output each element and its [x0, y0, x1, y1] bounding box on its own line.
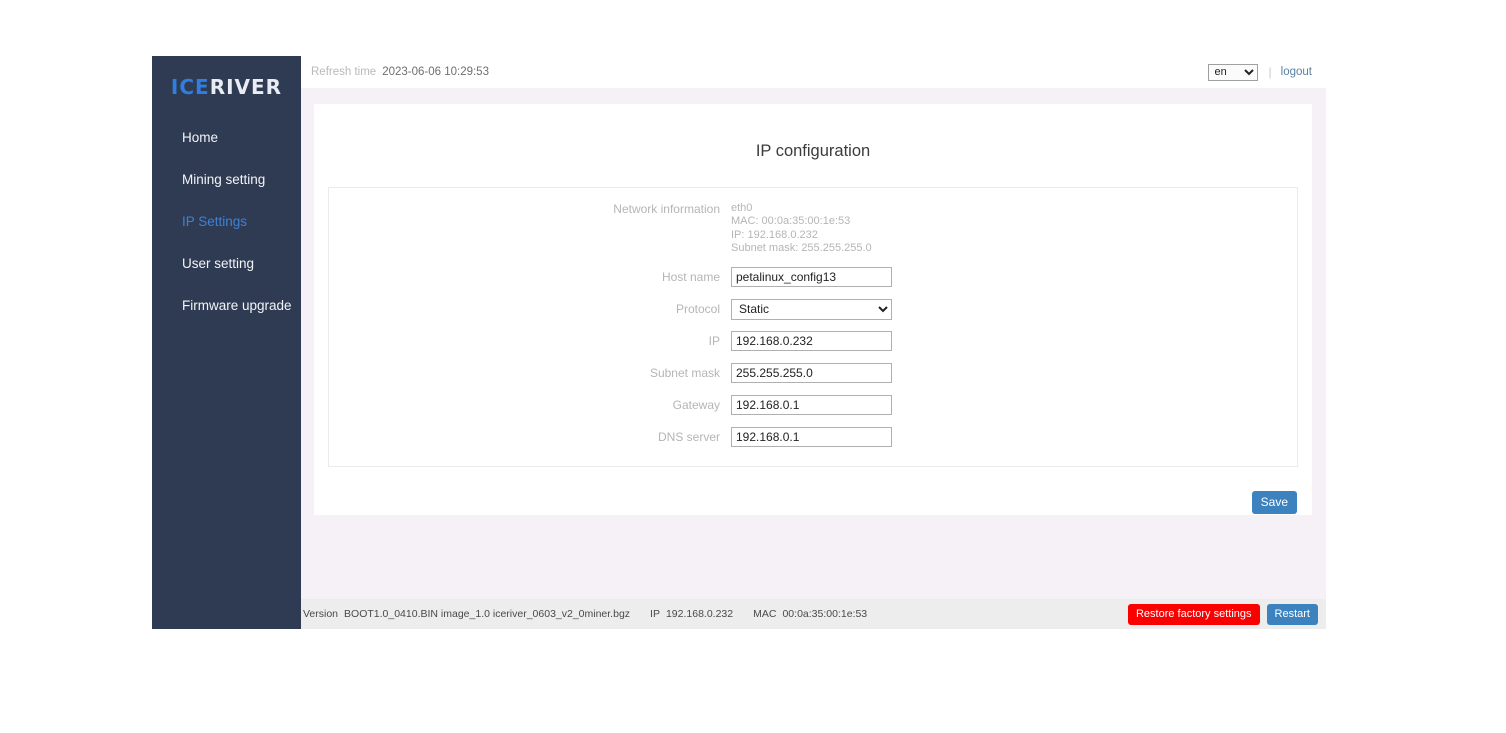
footer-version-value: BOOT1.0_0410.BIN image_1.0 iceriver_0603…: [344, 608, 631, 620]
ip-input[interactable]: [731, 330, 892, 351]
footer-version-label: Version: [303, 608, 339, 620]
subnet-mask-label: Subnet mask: [649, 365, 720, 380]
gateway-value: [731, 394, 1297, 415]
sidebar-item-user-setting[interactable]: User setting: [152, 248, 301, 280]
sidebar-item-firmware-upgrade[interactable]: Firmware upgrade: [152, 290, 301, 322]
sidebar: ICERIVER Home Mining setting IP Settings…: [152, 56, 301, 629]
refresh-time-label: Refresh time: [311, 66, 377, 78]
host-name-label: Host name: [661, 269, 720, 284]
form-row-dns-server: DNS server: [329, 426, 1297, 448]
network-information-label: Network information: [613, 202, 720, 216]
gateway-input[interactable]: [731, 394, 892, 415]
sidebar-item-ip-settings[interactable]: IP Settings: [152, 206, 301, 238]
form-row-host-name: Host name: [329, 266, 1297, 288]
app-window: ICERIVER Home Mining setting IP Settings…: [152, 56, 1326, 629]
ip-configuration-panel: IP configuration Network information eth…: [314, 104, 1312, 515]
form-row-ip: IP: [329, 330, 1297, 352]
ip-configuration-form: Network information eth0 MAC: 00:0a:35:0…: [328, 187, 1298, 467]
main-column: Refresh time 2023-06-06 10:29:53 en | lo…: [301, 56, 1326, 629]
network-information-value: eth0 MAC: 00:0a:35:00:1e:53 IP: 192.168.…: [731, 202, 1297, 256]
topbar: Refresh time 2023-06-06 10:29:53 en | lo…: [301, 56, 1326, 88]
subnet-mask-value: [731, 362, 1297, 383]
footer-ip-label: IP: [650, 608, 660, 620]
save-button[interactable]: Save: [1251, 490, 1297, 514]
protocol-label: Protocol: [675, 301, 720, 316]
footer-ip-value: 192.168.0.232: [665, 608, 734, 620]
ip-label: IP: [708, 333, 720, 348]
host-name-input[interactable]: [731, 266, 892, 287]
host-name-value: [731, 266, 1297, 287]
dns-server-input[interactable]: [731, 426, 892, 447]
form-row-gateway: Gateway: [329, 394, 1297, 416]
restart-button[interactable]: Restart: [1266, 603, 1318, 625]
language-select[interactable]: en: [1207, 63, 1258, 81]
content-area: IP configuration Network information eth…: [301, 88, 1326, 599]
network-ip-line: IP: 192.168.0.232: [731, 228, 818, 241]
logo-ice-text: ICE: [170, 75, 210, 99]
logout-link[interactable]: logout: [1281, 66, 1312, 78]
refresh-time-value: 2023-06-06 10:29:53: [382, 66, 489, 78]
form-row-subnet-mask: Subnet mask: [329, 362, 1297, 384]
network-subnet-line: Subnet mask: 255.255.255.0: [731, 242, 872, 255]
protocol-value: Static DHCP: [731, 298, 1297, 320]
network-information-block: eth0 MAC: 00:0a:35:00:1e:53 IP: 192.168.…: [731, 202, 1297, 256]
ip-value: [731, 330, 1297, 351]
restore-factory-settings-button[interactable]: Restore factory settings: [1127, 603, 1260, 625]
form-row-network-information: Network information eth0 MAC: 00:0a:35:0…: [329, 202, 1297, 256]
subnet-mask-input[interactable]: [731, 362, 892, 383]
dns-server-label: DNS server: [657, 429, 720, 444]
sidebar-item-mining-setting[interactable]: Mining setting: [152, 164, 301, 196]
page-title: IP configuration: [755, 142, 871, 160]
logo-river-text: RIVER: [209, 75, 283, 99]
footer-mac-value: 00:0a:35:00:1e:53: [782, 608, 868, 620]
save-row: Save: [322, 467, 1304, 514]
sidebar-nav: Home Mining setting IP Settings User set…: [152, 122, 301, 322]
protocol-select[interactable]: Static DHCP: [731, 298, 892, 320]
dns-server-value: [731, 426, 1297, 447]
gateway-label: Gateway: [672, 397, 720, 412]
sidebar-item-home[interactable]: Home: [152, 122, 301, 154]
topbar-divider: |: [1268, 65, 1272, 79]
network-mac-line: MAC: 00:0a:35:00:1e:53: [731, 215, 851, 228]
footer-mac-label: MAC: [753, 608, 777, 620]
footer-bar: Version BOOT1.0_0410.BIN image_1.0 iceri…: [301, 599, 1326, 629]
network-interface-line: eth0: [731, 202, 753, 214]
brand-logo: ICERIVER: [152, 70, 301, 104]
form-row-protocol: Protocol Static DHCP: [329, 298, 1297, 320]
